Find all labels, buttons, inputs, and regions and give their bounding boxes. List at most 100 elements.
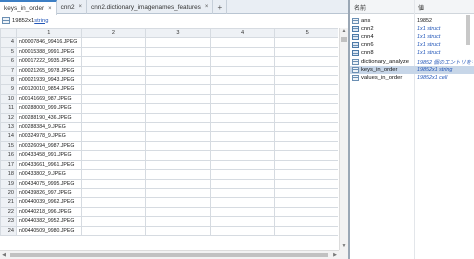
row-number[interactable]: 6: [0, 56, 17, 67]
empty-cell[interactable]: [209, 46, 276, 58]
empty-cell[interactable]: [209, 206, 276, 218]
cell-value[interactable]: n00288000_999.JPEG: [16, 103, 82, 114]
empty-cell[interactable]: [209, 65, 276, 77]
name-column-header[interactable]: 名前: [354, 3, 366, 12]
row-number[interactable]: 4: [0, 37, 17, 48]
tab-cnn2-dictionary-imagenames-features[interactable]: cnn2.dictionary_imagenames_features ×: [87, 0, 214, 14]
close-icon[interactable]: ×: [79, 4, 83, 10]
empty-cell[interactable]: [80, 37, 147, 48]
empty-cell[interactable]: [209, 56, 276, 67]
tab-keys-in-order[interactable]: keys_in_order ×: [0, 0, 57, 15]
horizontal-scrollbar[interactable]: ◀ ▶: [0, 250, 339, 259]
cell-value[interactable]: n00433458_991.JPEG: [16, 150, 82, 161]
row-number[interactable]: 10: [0, 93, 17, 105]
row-number[interactable]: 16: [0, 150, 17, 161]
empty-cell[interactable]: [145, 206, 211, 218]
cell-value[interactable]: n00433661_9961.JPEG: [16, 159, 82, 171]
empty-cell[interactable]: [209, 37, 276, 48]
cell-value[interactable]: n00021265_9978.JPEG: [16, 65, 82, 77]
column-header[interactable]: 2: [80, 28, 147, 39]
empty-cell[interactable]: [80, 197, 147, 208]
workspace-variable-cnn4[interactable]: cnn4 1x1 struct: [350, 33, 474, 41]
cell-value[interactable]: n00021939_9943.JPEG: [16, 75, 82, 86]
empty-cell[interactable]: [274, 103, 338, 114]
workspace-variable-ans[interactable]: ans 19852: [350, 17, 474, 25]
cell-value[interactable]: n00015388_9991.JPEG: [16, 46, 82, 58]
empty-cell[interactable]: [80, 84, 147, 95]
empty-cell[interactable]: [274, 169, 338, 180]
empty-cell[interactable]: [145, 46, 211, 58]
empty-cell[interactable]: [145, 159, 211, 171]
empty-cell[interactable]: [274, 225, 338, 236]
empty-cell[interactable]: [145, 187, 211, 199]
empty-cell[interactable]: [145, 169, 211, 180]
workspace-variable-cnn8[interactable]: cnn8 1x1 struct: [350, 49, 474, 57]
empty-cell[interactable]: [209, 178, 276, 189]
scroll-down-icon[interactable]: ▼: [340, 243, 348, 250]
row-number[interactable]: 22: [0, 206, 17, 218]
cell-value[interactable]: n00288190_436.JPEG: [16, 112, 82, 124]
empty-cell[interactable]: [145, 37, 211, 48]
empty-cell[interactable]: [274, 93, 338, 105]
row-number[interactable]: 15: [0, 140, 17, 152]
empty-cell[interactable]: [145, 150, 211, 161]
empty-cell[interactable]: [145, 65, 211, 77]
empty-cell[interactable]: [80, 56, 147, 67]
empty-cell[interactable]: [209, 187, 276, 199]
empty-cell[interactable]: [80, 178, 147, 189]
empty-cell[interactable]: [274, 84, 338, 95]
row-number[interactable]: 8: [0, 75, 17, 86]
empty-cell[interactable]: [274, 131, 338, 142]
empty-cell[interactable]: [209, 103, 276, 114]
close-icon[interactable]: ×: [205, 4, 209, 10]
empty-cell[interactable]: [274, 216, 338, 227]
empty-cell[interactable]: [80, 159, 147, 171]
empty-cell[interactable]: [80, 169, 147, 180]
column-header[interactable]: 5: [274, 28, 338, 39]
column-header[interactable]: 3: [145, 28, 211, 39]
workspace-variable-dictionary-analyze[interactable]: dictionary_analyze19852 個のエントリをもつ辞書: [350, 58, 474, 66]
empty-cell[interactable]: [80, 150, 147, 161]
workspace-variable-keys-in-order[interactable]: keys_in_order 19852x1 string: [350, 65, 474, 74]
cell-value[interactable]: n00141669_987.JPEG: [16, 93, 82, 105]
row-number[interactable]: 18: [0, 169, 17, 180]
empty-cell[interactable]: [209, 131, 276, 142]
cell-value[interactable]: n00440509_9980.JPEG: [16, 225, 82, 236]
empty-cell[interactable]: [274, 150, 338, 161]
empty-cell[interactable]: [274, 75, 338, 86]
empty-cell[interactable]: [80, 225, 147, 236]
empty-cell[interactable]: [274, 37, 338, 48]
cell-value[interactable]: n00324978_9.JPEG: [16, 131, 82, 142]
empty-cell[interactable]: [209, 216, 276, 227]
empty-cell[interactable]: [145, 103, 211, 114]
empty-cell[interactable]: [209, 140, 276, 152]
cell-value[interactable]: n00007846_99416.JPEG: [16, 37, 82, 48]
row-number[interactable]: 17: [0, 159, 17, 171]
scroll-left-icon[interactable]: ◀: [0, 251, 8, 259]
workspace-variable-cnn2[interactable]: cnn2 1x1 struct: [350, 25, 474, 33]
empty-cell[interactable]: [209, 169, 276, 180]
empty-cell[interactable]: [145, 75, 211, 86]
empty-cell[interactable]: [274, 197, 338, 208]
empty-cell[interactable]: [80, 187, 147, 199]
variable-type-link[interactable]: string: [34, 18, 48, 24]
row-number[interactable]: 9: [0, 84, 17, 95]
cell-value[interactable]: n00440218_996.JPEG: [16, 206, 82, 218]
empty-cell[interactable]: [80, 131, 147, 142]
row-number[interactable]: 24: [0, 225, 17, 236]
row-number[interactable]: 12: [0, 112, 17, 124]
empty-cell[interactable]: [209, 159, 276, 171]
row-number[interactable]: 23: [0, 216, 17, 227]
empty-cell[interactable]: [274, 140, 338, 152]
empty-cell[interactable]: [80, 65, 147, 77]
empty-cell[interactable]: [274, 112, 338, 124]
row-number[interactable]: 19: [0, 178, 17, 189]
empty-cell[interactable]: [274, 46, 338, 58]
workspace-scroll-thumb[interactable]: [466, 15, 470, 45]
empty-cell[interactable]: [145, 131, 211, 142]
workspace-variable-cnn6[interactable]: cnn6 1x1 struct: [350, 41, 474, 49]
data-grid[interactable]: 12345 4 n00007846_99416.JPEG 5 n00015388_99…: [0, 28, 338, 250]
empty-cell[interactable]: [80, 93, 147, 105]
cell-value[interactable]: n00017222_9935.JPEG: [16, 56, 82, 67]
cell-value[interactable]: n00288384_9.JPEG: [16, 122, 82, 133]
